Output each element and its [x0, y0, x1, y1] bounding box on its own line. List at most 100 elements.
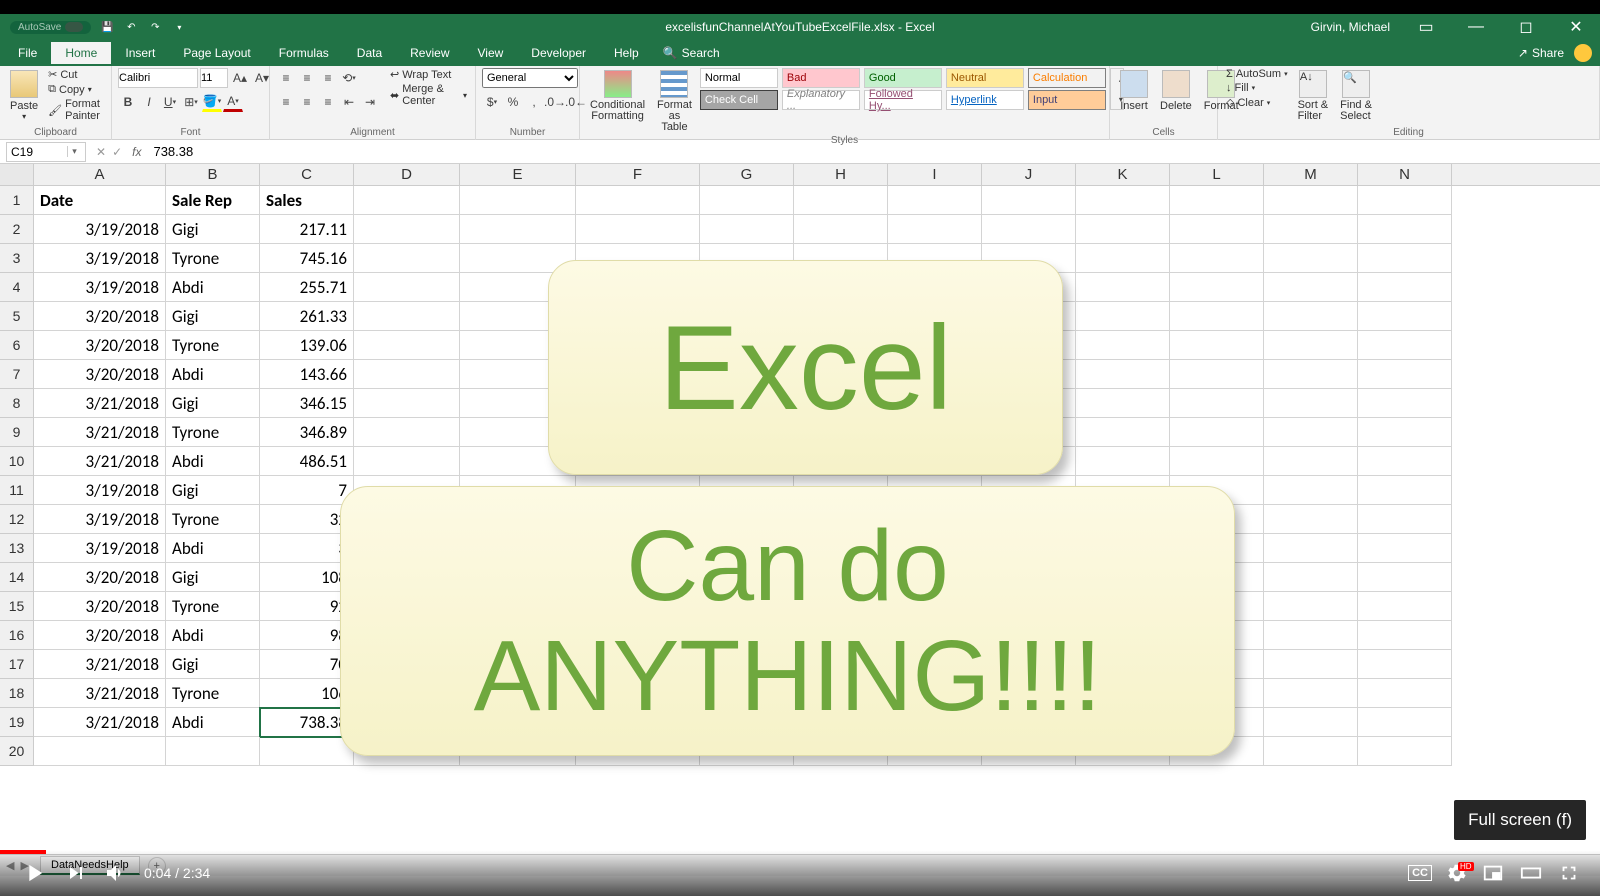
cut-button[interactable]: ✂Cut	[46, 68, 105, 81]
cell-E1[interactable]	[460, 186, 576, 215]
column-header-G[interactable]: G	[700, 164, 794, 185]
cell-D9[interactable]	[354, 418, 460, 447]
sort-filter-button[interactable]: A↓Sort & Filter	[1294, 68, 1333, 124]
cell-N9[interactable]	[1358, 418, 1452, 447]
cell-L5[interactable]	[1170, 302, 1264, 331]
cell-A20[interactable]	[34, 737, 166, 766]
cell-D6[interactable]	[354, 331, 460, 360]
delete-button[interactable]: Delete	[1156, 68, 1196, 114]
column-header-E[interactable]: E	[460, 164, 576, 185]
ribbon-tab-page-layout[interactable]: Page Layout	[169, 42, 264, 64]
cell-N16[interactable]	[1358, 621, 1452, 650]
cell-N18[interactable]	[1358, 679, 1452, 708]
cell-J2[interactable]	[982, 215, 1076, 244]
cell-A10[interactable]: 3/21/2018	[34, 447, 166, 476]
minimize-icon[interactable]: —	[1456, 14, 1496, 40]
italic-button[interactable]: I	[139, 92, 159, 112]
row-header-2[interactable]: 2	[0, 215, 34, 244]
border-button[interactable]: ⊞▾	[181, 92, 201, 112]
cell-K9[interactable]	[1076, 418, 1170, 447]
cell-L1[interactable]	[1170, 186, 1264, 215]
cell-N6[interactable]	[1358, 331, 1452, 360]
cell-A6[interactable]: 3/20/2018	[34, 331, 166, 360]
cell-K6[interactable]	[1076, 331, 1170, 360]
cell-C3[interactable]: 745.16	[260, 244, 354, 273]
cell-M18[interactable]	[1264, 679, 1358, 708]
cell-B18[interactable]: Tyrone	[166, 679, 260, 708]
cell-A5[interactable]: 3/20/2018	[34, 302, 166, 331]
row-header-7[interactable]: 7	[0, 360, 34, 389]
cell-N7[interactable]	[1358, 360, 1452, 389]
cell-A1[interactable]: Date	[34, 186, 166, 215]
cell-M14[interactable]	[1264, 563, 1358, 592]
style-good[interactable]: Good	[864, 68, 942, 88]
user-name[interactable]: Girvin, Michael	[1311, 20, 1390, 34]
cell-M1[interactable]	[1264, 186, 1358, 215]
cell-A8[interactable]: 3/21/2018	[34, 389, 166, 418]
cell-M10[interactable]	[1264, 447, 1358, 476]
cell-M2[interactable]	[1264, 215, 1358, 244]
row-header-18[interactable]: 18	[0, 679, 34, 708]
ribbon-tab-formulas[interactable]: Formulas	[265, 42, 343, 64]
cell-M9[interactable]	[1264, 418, 1358, 447]
close-icon[interactable]: ✕	[1556, 14, 1596, 40]
cell-C5[interactable]: 261.33	[260, 302, 354, 331]
cell-B2[interactable]: Gigi	[166, 215, 260, 244]
row-header-19[interactable]: 19	[0, 708, 34, 737]
name-box[interactable]: C19▾	[6, 142, 86, 162]
cell-K2[interactable]	[1076, 215, 1170, 244]
cell-B14[interactable]: Gigi	[166, 563, 260, 592]
row-header-13[interactable]: 13	[0, 534, 34, 563]
cell-A7[interactable]: 3/20/2018	[34, 360, 166, 389]
volume-button[interactable]	[104, 861, 128, 885]
settings-button[interactable]: HD	[1446, 862, 1468, 884]
captions-button[interactable]: CC	[1408, 865, 1432, 881]
cell-M4[interactable]	[1264, 273, 1358, 302]
row-header-14[interactable]: 14	[0, 563, 34, 592]
align-middle-icon[interactable]: ≡	[297, 68, 317, 88]
cell-B16[interactable]: Abdi	[166, 621, 260, 650]
column-header-K[interactable]: K	[1076, 164, 1170, 185]
increase-decimal-icon[interactable]: .0→	[545, 92, 565, 112]
column-header-H[interactable]: H	[794, 164, 888, 185]
autosave-toggle[interactable]: AutoSave	[10, 21, 91, 34]
cell-A17[interactable]: 3/21/2018	[34, 650, 166, 679]
cell-G1[interactable]	[700, 186, 794, 215]
cell-A9[interactable]: 3/21/2018	[34, 418, 166, 447]
row-header-8[interactable]: 8	[0, 389, 34, 418]
cell-C7[interactable]: 143.66	[260, 360, 354, 389]
redo-icon[interactable]: ↷	[147, 19, 163, 35]
row-header-12[interactable]: 12	[0, 505, 34, 534]
cell-L6[interactable]	[1170, 331, 1264, 360]
cell-G2[interactable]	[700, 215, 794, 244]
cell-B17[interactable]: Gigi	[166, 650, 260, 679]
cell-A2[interactable]: 3/19/2018	[34, 215, 166, 244]
cell-K8[interactable]	[1076, 389, 1170, 418]
cell-J1[interactable]	[982, 186, 1076, 215]
search-label[interactable]: Search	[682, 46, 720, 60]
underline-button[interactable]: U▾	[160, 92, 180, 112]
cell-M17[interactable]	[1264, 650, 1358, 679]
cell-N11[interactable]	[1358, 476, 1452, 505]
cell-B13[interactable]: Abdi	[166, 534, 260, 563]
row-header-3[interactable]: 3	[0, 244, 34, 273]
row-header-5[interactable]: 5	[0, 302, 34, 331]
cell-N17[interactable]	[1358, 650, 1452, 679]
row-header-20[interactable]: 20	[0, 737, 34, 766]
cell-F1[interactable]	[576, 186, 700, 215]
cancel-formula-icon[interactable]: ✕	[96, 145, 106, 159]
cell-M12[interactable]	[1264, 505, 1358, 534]
cell-D4[interactable]	[354, 273, 460, 302]
cell-C1[interactable]: Sales	[260, 186, 354, 215]
column-header-B[interactable]: B	[166, 164, 260, 185]
cell-styles-gallery[interactable]: NormalBadGoodNeutralCalculationCheck Cel…	[700, 68, 1106, 110]
cell-L8[interactable]	[1170, 389, 1264, 418]
cell-M3[interactable]	[1264, 244, 1358, 273]
cell-I1[interactable]	[888, 186, 982, 215]
align-right-icon[interactable]: ≡	[318, 92, 338, 112]
cell-L9[interactable]	[1170, 418, 1264, 447]
row-header-10[interactable]: 10	[0, 447, 34, 476]
cell-K7[interactable]	[1076, 360, 1170, 389]
percent-icon[interactable]: %	[503, 92, 523, 112]
column-header-F[interactable]: F	[576, 164, 700, 185]
